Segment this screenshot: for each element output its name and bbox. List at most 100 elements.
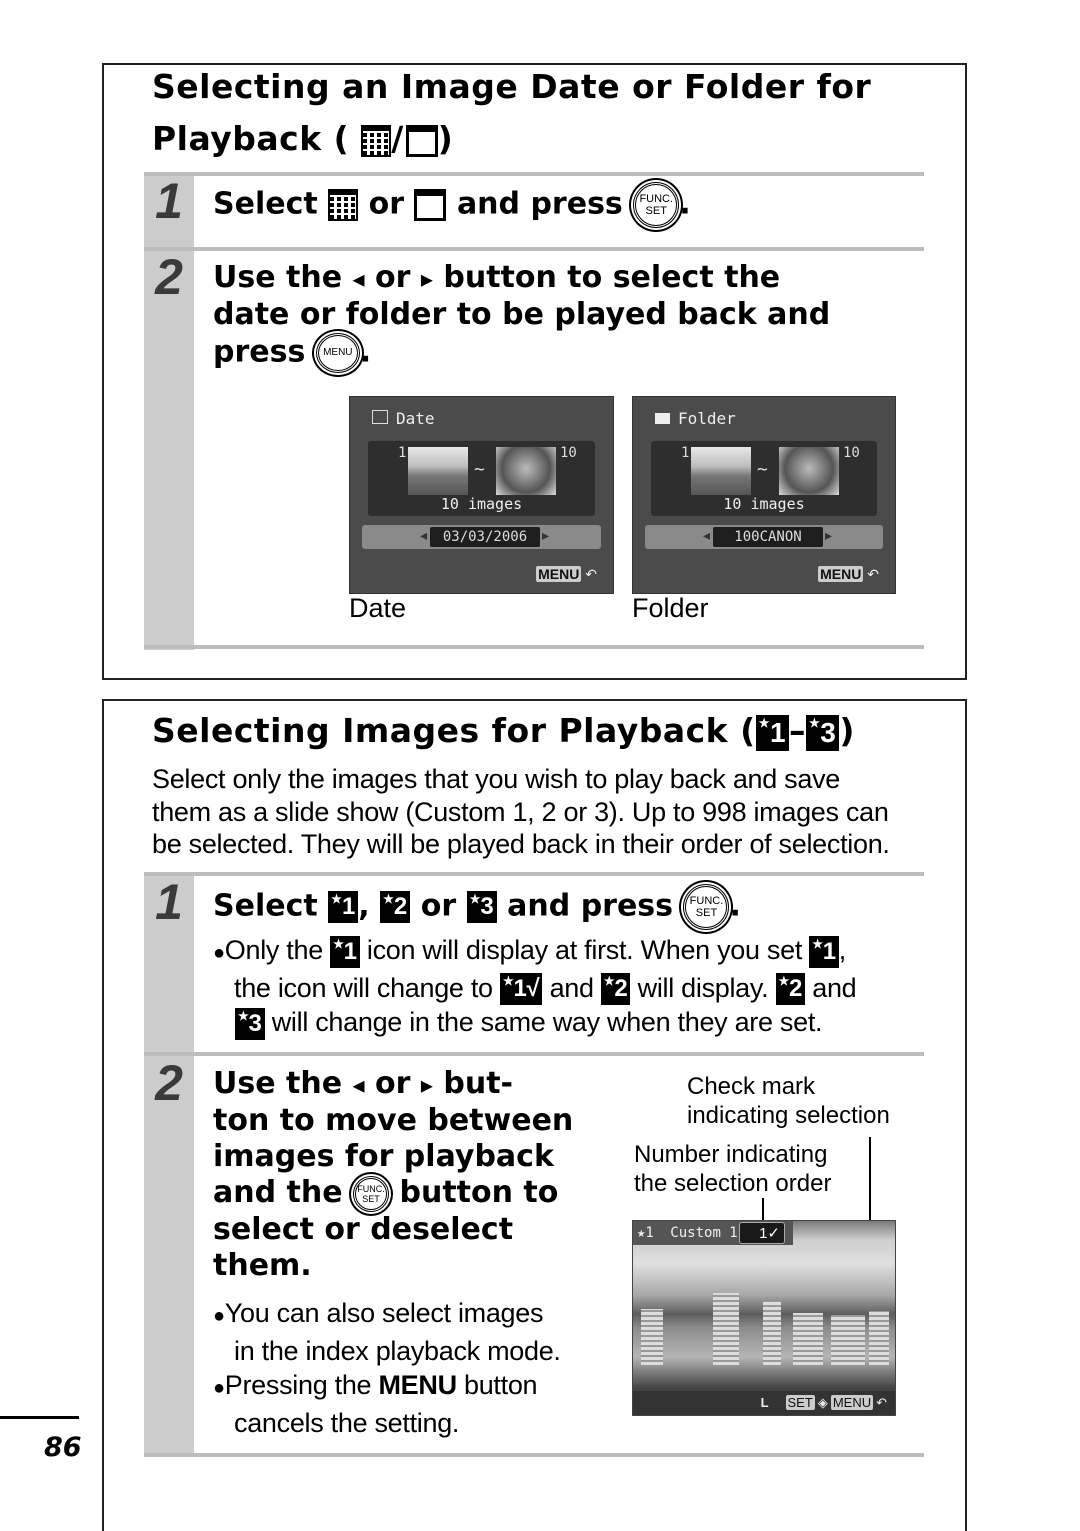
section2-title: Selecting Images for Playback (★1– ★3) [152, 706, 855, 756]
star-number: 3 [480, 893, 494, 920]
camera-screen-date: Date 1 ~ 10 10 images ◂ 03/03/2006 ▸ MEN… [349, 396, 614, 594]
star-number: 1 [769, 716, 787, 748]
star-number: 2 [393, 893, 408, 920]
tilde: ~ [474, 459, 485, 480]
folder-icon [655, 413, 670, 424]
right-arrow-icon[interactable]: ▸ [825, 527, 832, 544]
date-grid-icon [328, 189, 359, 221]
func-label: FUNC. [357, 1183, 385, 1194]
menu-button-label: MENU [830, 1395, 874, 1410]
dpad-icon: ◈ [817, 1395, 828, 1410]
title-close: ) [839, 711, 855, 750]
custom1-icon: ★1 [809, 935, 839, 968]
func-set-button-icon: FUNC. SET [683, 884, 730, 930]
divider [144, 1453, 924, 1457]
last-index: 10 [843, 445, 860, 461]
text: You can also select images [224, 1298, 544, 1328]
text: . [359, 334, 372, 370]
left-arrow-icon: ◂ [352, 265, 365, 293]
header-label: Folder [678, 409, 736, 428]
menu-label: MENU [378, 1370, 457, 1400]
section1-title-line1: Selecting an Image Date or Folder for [152, 67, 872, 106]
folder-selector[interactable]: ◂ 100CANON ▸ [645, 525, 883, 549]
right-arrow-icon[interactable]: ▸ [542, 527, 549, 544]
custom1-icon: ★1 [328, 891, 359, 923]
leader-line [762, 1198, 764, 1222]
star-icon: ★ [333, 936, 344, 951]
text: the selection order [634, 1170, 832, 1197]
star-icon: ★ [758, 715, 770, 730]
star-number: 3 [820, 716, 837, 748]
text: button to [399, 1175, 559, 1210]
star-icon: ★ [603, 974, 615, 989]
header-label: Date [396, 409, 435, 428]
title-dash: – [789, 711, 807, 750]
date-grid-icon [361, 124, 392, 157]
star-icon: ★ [238, 1009, 249, 1024]
step-number-1: 1 [155, 173, 183, 229]
camera-screen-folder: Folder 1 ~ 10 10 images ◂ 100CANON ▸ MEN… [632, 396, 896, 594]
screen-header: Date [372, 409, 435, 428]
text: and [549, 972, 594, 1003]
custom3-icon: ★3 [466, 891, 497, 923]
title-text: Selecting Images for Playback ( [152, 711, 756, 750]
text: Select [213, 186, 318, 222]
text: and press [456, 186, 623, 222]
text: will change in the same way when they ar… [271, 1007, 823, 1038]
left-arrow-icon[interactable]: ◂ [420, 527, 427, 544]
set-button-label: SET [785, 1395, 815, 1410]
divider [144, 1052, 924, 1056]
last-thumbnail [779, 447, 839, 495]
text: will display. [637, 972, 769, 1003]
star-icon: ★ [331, 892, 342, 906]
selection-order-indicator: 1✓ [739, 1222, 785, 1244]
custom3-icon: ★3 [806, 714, 840, 751]
menu-button-icon: MENU [315, 333, 360, 373]
first-index: 1 [398, 445, 407, 461]
star-number: 2 [788, 975, 803, 1003]
custom-mode-icon: ★1 [637, 1225, 654, 1241]
title-text: Playback ( [152, 119, 350, 158]
step-number-1: 1 [155, 874, 183, 930]
left-arrow-icon[interactable]: ◂ [703, 527, 710, 544]
folder-icon [405, 124, 438, 157]
first-index: 1 [681, 445, 690, 461]
intro-line: them as a slide show (Custom 1, 2 or 3).… [152, 796, 889, 827]
return-icon: ↶ [585, 566, 597, 582]
text: Use the [213, 1066, 343, 1101]
divider [144, 645, 924, 649]
custom1-icon: ★1 [755, 714, 790, 751]
star-icon: ★ [812, 936, 823, 951]
step2-instruction: Use the ◂ or ▸ button to select the date… [213, 260, 830, 373]
intro-line: Select only the images that you wish to … [152, 764, 841, 794]
text: date or folder to be played back and [213, 297, 831, 332]
callout-check-mark: Check mark indicating selection [687, 1072, 890, 1130]
star-icon: ★ [469, 892, 481, 906]
text: images for playback [213, 1139, 554, 1174]
text: and press [507, 888, 674, 924]
star-number: 3 [248, 1010, 262, 1038]
bullet-icon: ● [213, 1377, 225, 1399]
bullet-icon: ● [213, 942, 225, 964]
step1-bullet: ●Only the ★1 icon will display at first.… [213, 933, 857, 1041]
custom2-icon: ★2 [600, 973, 631, 1006]
image-size-icon: L [760, 1395, 769, 1410]
camera-screen-custom-selection: ★1 Custom 1 1✓ L SET ◈ MENU ↶ [632, 1220, 896, 1416]
text: Use the [213, 260, 343, 295]
first-thumbnail [408, 447, 468, 495]
divider [144, 247, 924, 251]
star-icon: ★ [383, 892, 394, 906]
star-icon: ★ [502, 974, 514, 989]
menu-label: MENU [536, 566, 582, 582]
text: , [838, 935, 847, 965]
date-selector[interactable]: ◂ 03/03/2006 ▸ [362, 525, 601, 549]
step1-instruction: Select ★1, ★2 or ★3 and press FUNC. SET. [213, 884, 741, 930]
text: them. [213, 1247, 312, 1283]
divider [144, 172, 924, 176]
text: or [368, 186, 405, 222]
step-bar [144, 875, 194, 1453]
tilde: ~ [757, 459, 768, 480]
star-number: 1 [822, 937, 836, 965]
section2-intro: Select only the images that you wish to … [152, 763, 890, 861]
bullet-icon: ● [213, 1305, 225, 1327]
